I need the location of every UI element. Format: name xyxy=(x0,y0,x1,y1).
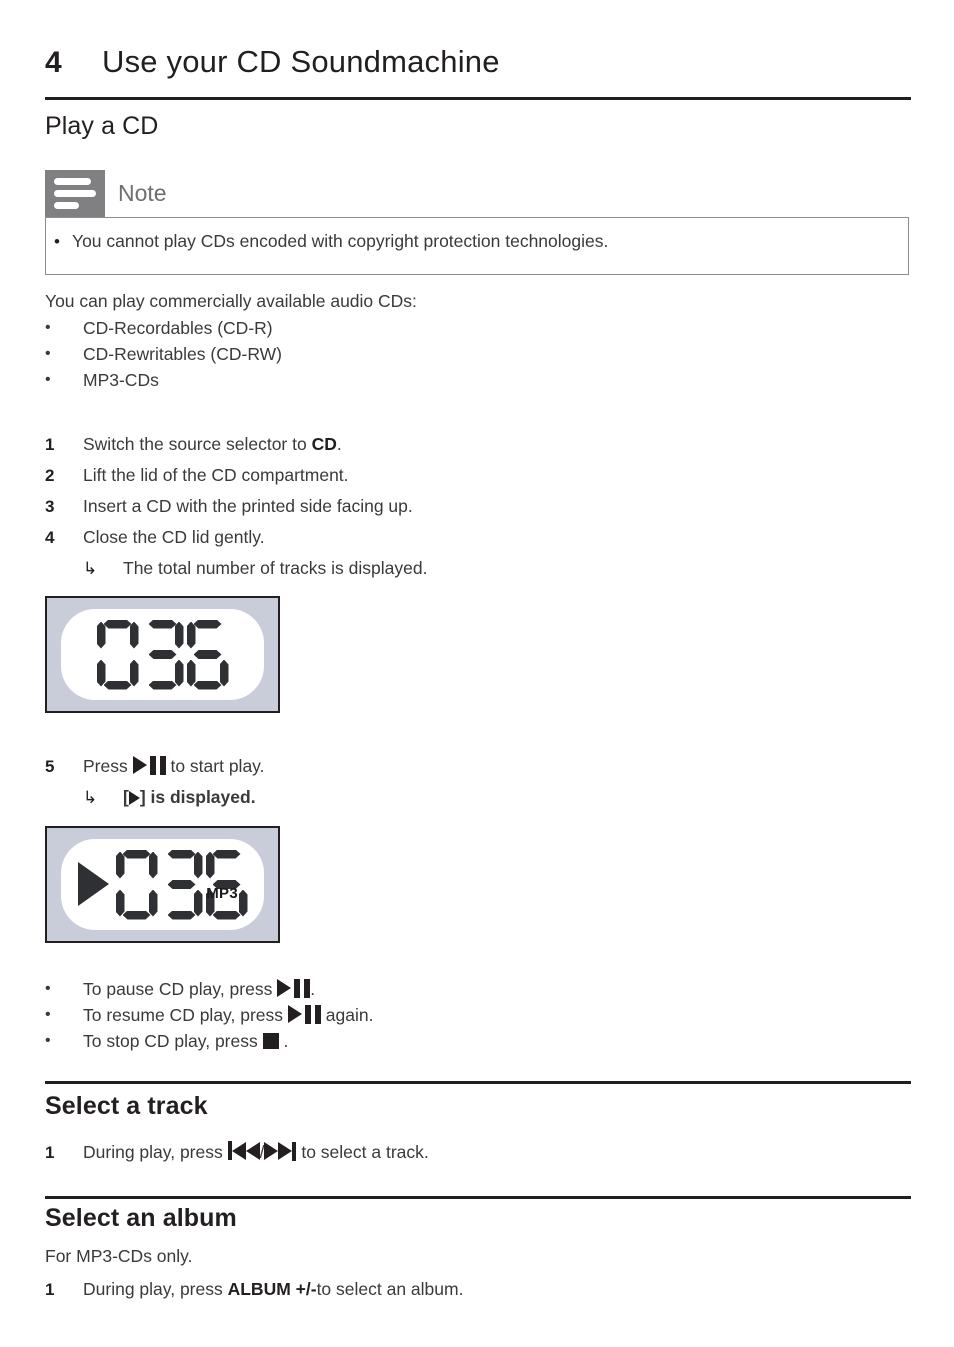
step-text: Close the CD lid gently. xyxy=(83,527,265,547)
play-pause-icon xyxy=(287,1004,321,1024)
play-pause-icon xyxy=(132,755,166,775)
step-text: During play, press ALBUM +/-to select an… xyxy=(83,1279,464,1299)
list-item: • MP3-CDs xyxy=(45,367,282,393)
album-note-line: For MP3-CDs only. xyxy=(45,1246,193,1266)
bullet-glyph: • xyxy=(45,1032,51,1049)
list-item-label: To resume CD play, press again. xyxy=(83,1004,374,1025)
bullet-glyph: • xyxy=(45,345,51,362)
step-emphasis: ALBUM +/- xyxy=(227,1279,317,1299)
intro-paragraph: You can play commercially available audi… xyxy=(45,291,417,311)
note-item-text: You cannot play CDs encoded with copyrig… xyxy=(72,231,609,251)
chapter-number: 4 xyxy=(45,46,62,79)
chapter-title: Use your CD Soundmachine xyxy=(102,44,500,79)
select-album-steps: 1 During play, press ALBUM +/-to select … xyxy=(45,1274,463,1305)
step-5: 5 Press to start play. xyxy=(45,751,265,782)
step-1: 1 Switch the source selector to CD. xyxy=(45,429,427,460)
arrow-icon: ↳ xyxy=(83,559,98,578)
step-number: 1 xyxy=(45,1280,55,1299)
section-divider-track xyxy=(45,1081,911,1084)
heading-select-a-track: Select a track xyxy=(45,1092,208,1120)
substep-text: The total number of tracks is displayed. xyxy=(123,558,428,578)
play-cd-steps: 1 Switch the source selector to CD. 2 Li… xyxy=(45,429,427,584)
supported-formats-list: • CD-Recordables (CD-R) • CD-Rewritables… xyxy=(45,315,282,393)
lcd-digit-3 xyxy=(161,850,203,920)
lcd-digit-3 xyxy=(142,620,184,690)
arrow-icon: ↳ xyxy=(83,788,98,807)
heading-select-an-album: Select an album xyxy=(45,1204,237,1232)
playback-controls-list: • To pause CD play, press . • To resume … xyxy=(45,976,373,1054)
note-title: Note xyxy=(118,180,167,206)
note-list-item: • You cannot play CDs encoded with copyr… xyxy=(54,230,608,253)
list-item-label: CD-Rewritables (CD-RW) xyxy=(83,344,282,364)
step-number: 4 xyxy=(45,528,55,547)
step-text: Switch the source selector to CD. xyxy=(83,434,342,454)
step-text: Press to start play. xyxy=(83,755,265,776)
play-icon xyxy=(128,791,140,805)
step-text: During play, press / to select a track. xyxy=(83,1141,429,1162)
play-pause-icon xyxy=(277,978,311,998)
note-body: • You cannot play CDs encoded with copyr… xyxy=(45,217,909,275)
bullet-glyph: • xyxy=(45,980,51,997)
list-item: • CD-Rewritables (CD-RW) xyxy=(45,341,282,367)
lcd-digits xyxy=(97,620,229,690)
step-1: 1 During play, press ALBUM +/-to select … xyxy=(45,1274,463,1305)
substep-text: [] is displayed. xyxy=(123,787,256,807)
chapter-heading: 4 Use your CD Soundmachine xyxy=(45,44,911,80)
list-item-label: CD-Recordables (CD-R) xyxy=(83,318,273,338)
stop-icon xyxy=(262,1033,279,1049)
step-number: 1 xyxy=(45,1143,55,1162)
step-4: 4 Close the CD lid gently. xyxy=(45,522,427,553)
step-number: 1 xyxy=(45,435,55,454)
note-icon xyxy=(45,170,105,217)
skip-next-icon xyxy=(264,1141,297,1161)
section-divider-album xyxy=(45,1196,911,1199)
bullet-glyph: • xyxy=(54,232,60,251)
skip-previous-icon xyxy=(227,1141,260,1160)
play-indicator-icon xyxy=(77,861,109,906)
list-item-label: MP3-CDs xyxy=(83,370,159,390)
list-item-label: To stop CD play, press . xyxy=(83,1031,289,1051)
step-number: 3 xyxy=(45,497,55,516)
lcd-display-playing: MP3 xyxy=(45,826,280,943)
step-text: Lift the lid of the CD compartment. xyxy=(83,465,349,485)
lcd-display-track-count xyxy=(45,596,280,713)
lcd-digit-6 xyxy=(187,620,229,690)
step-text: Insert a CD with the printed side facing… xyxy=(83,496,413,516)
lcd-content xyxy=(61,609,264,700)
mp3-indicator-label: MP3 xyxy=(206,885,238,902)
bullet-glyph: • xyxy=(45,371,51,388)
step-2: 2 Lift the lid of the CD compartment. xyxy=(45,460,427,491)
step-number: 2 xyxy=(45,466,55,485)
select-track-steps: 1 During play, press / to select a track… xyxy=(45,1137,429,1168)
lcd-digit-0 xyxy=(116,850,158,920)
step-emphasis: CD xyxy=(311,434,337,454)
lcd-panel xyxy=(61,609,264,700)
step-1: 1 During play, press / to select a track… xyxy=(45,1137,429,1168)
list-item: • To resume CD play, press again. xyxy=(45,1002,373,1028)
substep-play-indicator: ↳ [] is displayed. xyxy=(45,782,265,813)
section-divider-top xyxy=(45,97,911,100)
bullet-glyph: • xyxy=(45,1006,51,1023)
step-3: 3 Insert a CD with the printed side faci… xyxy=(45,491,427,522)
lcd-panel: MP3 xyxy=(61,839,264,930)
lcd-digit-0 xyxy=(97,620,139,690)
note-box: Note • You cannot play CDs encoded with … xyxy=(45,170,909,275)
list-item-label: To pause CD play, press . xyxy=(83,978,316,999)
manual-page: 4 Use your CD Soundmachine Play a CD Not… xyxy=(0,0,954,1347)
list-item: • To pause CD play, press . xyxy=(45,976,373,1002)
heading-play-a-cd: Play a CD xyxy=(45,112,159,140)
list-item: • CD-Recordables (CD-R) xyxy=(45,315,282,341)
play-cd-step-5-group: 5 Press to start play. ↳ [] is displayed… xyxy=(45,751,265,813)
bullet-glyph: • xyxy=(45,319,51,336)
note-header: Note xyxy=(45,170,909,217)
substep-track-count: ↳ The total number of tracks is displaye… xyxy=(45,553,427,584)
list-item: • To stop CD play, press . xyxy=(45,1028,373,1054)
step-number: 5 xyxy=(45,757,55,776)
